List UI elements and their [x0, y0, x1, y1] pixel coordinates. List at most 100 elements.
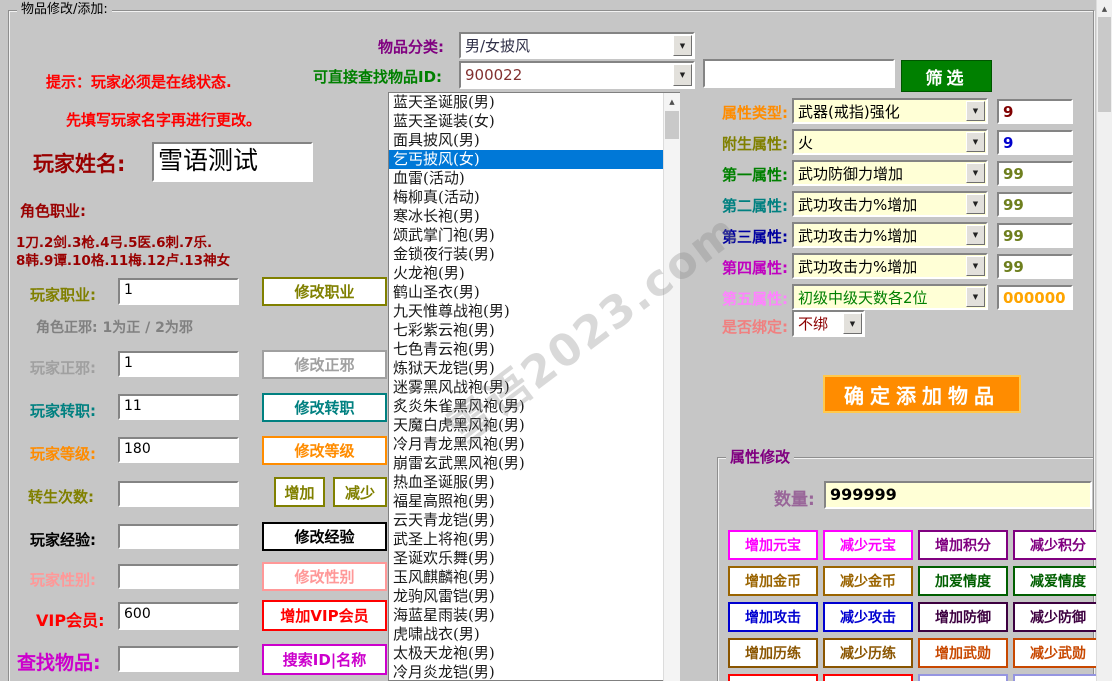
modify-level-button[interactable]: 修改等级: [262, 436, 387, 465]
attr-num-input[interactable]: 99: [997, 254, 1073, 279]
list-item[interactable]: 炙炎朱雀黑风袍(男): [389, 397, 679, 416]
attr-modify-button[interactable]: 减少武勋: [1013, 638, 1103, 668]
scroll-up-icon[interactable]: ▲: [1097, 0, 1112, 17]
confirm-add-item-button[interactable]: 确定添加物品: [823, 375, 1021, 413]
list-item[interactable]: 火龙袍(男): [389, 264, 679, 283]
attr-modify-button[interactable]: 增加内力: [918, 674, 1008, 681]
list-item[interactable]: 虎啸战衣(男): [389, 625, 679, 644]
modify-rebirth-job-button[interactable]: 修改转职: [262, 393, 387, 422]
scrollbar-thumb[interactable]: [1098, 17, 1111, 112]
list-item[interactable]: 面具披风(男): [389, 131, 679, 150]
attr-modify-button[interactable]: 增加积分: [918, 530, 1008, 560]
exp-input[interactable]: [118, 524, 239, 549]
attr-num-input[interactable]: 99: [997, 161, 1073, 186]
level-input[interactable]: 180: [118, 437, 239, 463]
search-item-input[interactable]: [118, 646, 239, 672]
attr-modify-button[interactable]: 增加攻击: [728, 602, 818, 632]
list-item[interactable]: 蓝天圣诞装(女): [389, 112, 679, 131]
increase-button[interactable]: 增加: [274, 477, 325, 507]
attr-modify-button[interactable]: 减少元宝: [823, 530, 913, 560]
list-item[interactable]: 鹤山圣衣(男): [389, 283, 679, 302]
list-scrollbar[interactable]: ▲: [663, 93, 680, 681]
attr-modify-button[interactable]: 减少金币: [823, 566, 913, 596]
attr-num-input[interactable]: 000000: [997, 285, 1073, 310]
vip-input[interactable]: 600: [118, 602, 239, 630]
job-input[interactable]: 1: [118, 278, 239, 305]
list-item[interactable]: 武圣上将袍(男): [389, 530, 679, 549]
list-item[interactable]: 寒冰长袍(男): [389, 207, 679, 226]
player-name-input[interactable]: 雪语测试: [152, 142, 313, 182]
list-item[interactable]: 乞丐披风(女): [389, 150, 679, 169]
filter-input[interactable]: [703, 59, 895, 88]
search-id-name-button[interactable]: 搜索ID|名称: [262, 644, 387, 675]
attr-modify-button[interactable]: 增加防御: [918, 602, 1008, 632]
chevron-down-icon[interactable]: ▼: [966, 101, 985, 121]
chevron-down-icon[interactable]: ▼: [966, 256, 985, 276]
attr-modify-button[interactable]: 增加元宝: [728, 530, 818, 560]
attr-modify-button[interactable]: 增加历练: [728, 638, 818, 668]
chevron-down-icon[interactable]: ▼: [966, 287, 985, 307]
list-item[interactable]: 颂武掌门袍(男): [389, 226, 679, 245]
fourth-attr-select[interactable]: 武功攻击力%增加 ▼: [792, 253, 988, 279]
item-listbox[interactable]: 蓝天圣诞服(男)蓝天圣诞装(女)面具披风(男)乞丐披风(女)血雷(活动)梅柳真(…: [388, 92, 680, 681]
list-item[interactable]: 冷月青龙黑风袍(男): [389, 435, 679, 454]
attr-modify-button[interactable]: 增加生命: [728, 674, 818, 681]
chevron-down-icon[interactable]: ▼: [673, 35, 692, 56]
chevron-down-icon[interactable]: ▼: [966, 225, 985, 245]
attr-num-input[interactable]: 9: [997, 99, 1073, 124]
list-item[interactable]: 梅柳真(活动): [389, 188, 679, 207]
filter-button[interactable]: 筛选: [901, 60, 992, 92]
list-item[interactable]: 海蓝星雨装(男): [389, 606, 679, 625]
third-attr-select[interactable]: 武功攻击力%增加 ▼: [792, 222, 988, 248]
attr-modify-button[interactable]: 减少攻击: [823, 602, 913, 632]
attr-num-input[interactable]: 9: [997, 130, 1073, 155]
attached-attr-select[interactable]: 火 ▼: [792, 129, 988, 155]
first-attr-select[interactable]: 武功防御力增加 ▼: [792, 160, 988, 186]
list-item[interactable]: 天魔白虎黑风袍(男): [389, 416, 679, 435]
list-item[interactable]: 金锁夜行装(男): [389, 245, 679, 264]
modify-exp-button[interactable]: 修改经验: [262, 522, 387, 551]
second-attr-select[interactable]: 武功攻击力%增加 ▼: [792, 191, 988, 217]
attr-modify-button[interactable]: 增加金币: [728, 566, 818, 596]
attr-modify-button[interactable]: 增加武勋: [918, 638, 1008, 668]
attr-modify-button[interactable]: 减少防御: [1013, 602, 1103, 632]
attr-num-input[interactable]: 99: [997, 192, 1073, 217]
bind-select[interactable]: 不绑 ▼: [792, 310, 865, 337]
chevron-down-icon[interactable]: ▼: [966, 132, 985, 152]
list-item[interactable]: 龙驹风雷铠(男): [389, 587, 679, 606]
chevron-down-icon[interactable]: ▼: [966, 163, 985, 183]
chevron-down-icon[interactable]: ▼: [673, 64, 692, 86]
list-item[interactable]: 血雷(活动): [389, 169, 679, 188]
list-item[interactable]: 福星高照袍(男): [389, 492, 679, 511]
decrease-button[interactable]: 减少: [333, 477, 387, 507]
modify-align-button[interactable]: 修改正邪: [262, 350, 387, 379]
attr-type-select[interactable]: 武器(戒指)强化 ▼: [792, 98, 988, 124]
list-item[interactable]: 热血圣诞服(男): [389, 473, 679, 492]
list-item[interactable]: 炼狱天龙铠(男): [389, 359, 679, 378]
add-vip-button[interactable]: 增加VIP会员: [262, 600, 387, 631]
list-item[interactable]: 蓝天圣诞服(男): [389, 93, 679, 112]
attr-modify-button[interactable]: 减少积分: [1013, 530, 1103, 560]
reincarnation-input[interactable]: [118, 481, 239, 507]
modify-gender-button[interactable]: 修改性别: [262, 562, 387, 591]
scrollbar-thumb[interactable]: [665, 111, 679, 139]
chevron-down-icon[interactable]: ▼: [843, 313, 862, 334]
list-item[interactable]: 云天青龙铠(男): [389, 511, 679, 530]
attr-modify-button[interactable]: 减少内力: [1013, 674, 1103, 681]
attr-modify-button[interactable]: 加爱情度: [918, 566, 1008, 596]
chevron-down-icon[interactable]: ▼: [966, 194, 985, 214]
fifth-attr-select[interactable]: 初级中级天数各2位 ▼: [792, 284, 988, 310]
attr-modify-button[interactable]: 减少历练: [823, 638, 913, 668]
align-input[interactable]: 1: [118, 351, 239, 377]
quantity-input[interactable]: 999999: [824, 481, 1092, 509]
modify-job-button[interactable]: 修改职业: [262, 277, 387, 306]
attr-modify-button[interactable]: 减爱情度: [1013, 566, 1103, 596]
list-item[interactable]: 七彩紫云袍(男): [389, 321, 679, 340]
list-item[interactable]: 七色青云袍(男): [389, 340, 679, 359]
find-id-select[interactable]: 900022 ▼: [459, 61, 695, 89]
list-item[interactable]: 玉风麒麟袍(男): [389, 568, 679, 587]
list-item[interactable]: 崩雷玄武黑风袍(男): [389, 454, 679, 473]
window-scrollbar[interactable]: ▲: [1096, 0, 1112, 681]
list-item[interactable]: 九天惟尊战袍(男): [389, 302, 679, 321]
item-category-select[interactable]: 男/女披风 ▼: [459, 32, 695, 59]
